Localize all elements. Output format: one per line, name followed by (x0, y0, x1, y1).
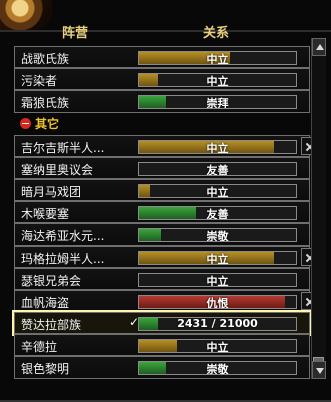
faction-row[interactable]: 血帆海盗 仇恨 (14, 289, 319, 313)
relation-label: 崇敬 (206, 363, 229, 376)
relation-label: 中立 (206, 75, 229, 88)
reputation-bar: 中立 (138, 339, 297, 354)
relation-label: 中立 (206, 141, 229, 154)
faction-row[interactable]: 银色黎明 崇敬 (14, 356, 310, 379)
faction-name: 暗月马戏团 (21, 184, 82, 199)
reputation-bar: 崇拜 (138, 95, 297, 110)
relation-label: 友善 (206, 163, 229, 176)
collapse-minus-icon[interactable] (20, 117, 31, 129)
scroll-down-icon[interactable] (312, 361, 326, 379)
faction-row[interactable]: 瑟银兄弟会 中立 (14, 267, 310, 290)
faction-name: 战歌氏族 (21, 52, 70, 66)
faction-name: 吉尔吉斯半人... (21, 140, 105, 155)
faction-row[interactable]: 霜狼氏族 崇拜 (14, 90, 310, 113)
reputation-bar: 中立 (138, 272, 297, 287)
faction-row-selected[interactable]: 赞达拉部族 ✓ 2431 / 21000 (12, 310, 312, 337)
faction-row[interactable]: 辛德拉 中立 (14, 334, 310, 357)
reputation-bar: 中立 (138, 51, 297, 65)
faction-row[interactable]: 战歌氏族 中立 (14, 46, 310, 69)
reputation-bar: 友善 (138, 161, 297, 176)
reputation-bar: 中立 (138, 250, 297, 265)
faction-name: 木喉要塞 (21, 207, 70, 222)
reputation-bar: 2431 / 21000 (138, 317, 297, 332)
faction-row[interactable]: 暗月马戏团 中立 (14, 178, 310, 202)
faction-row[interactable]: 玛格拉姆半人... 中立 (14, 245, 319, 268)
relation-label: 崇拜 (206, 97, 229, 110)
vertical-scrollbar[interactable] (311, 38, 326, 379)
relation-label: 友善 (206, 208, 229, 221)
faction-column-header: 阵营 (62, 26, 89, 41)
reputation-bar: 友善 (138, 206, 297, 221)
relation-label: 中立 (206, 185, 229, 198)
reputation-window: 阵营 关系 战歌氏族 中立 污染者 中立 霜狼氏族 崇拜 其它 吉尔吉斯半人..… (0, 0, 331, 402)
faction-name: 玛格拉姆半人... (21, 251, 105, 266)
faction-name: 塞纳里奥议会 (21, 162, 94, 177)
relation-column-header: 关系 (203, 26, 230, 41)
faction-name: 污染者 (21, 74, 58, 89)
faction-name: 血帆海盗 (21, 295, 70, 310)
reputation-bar: 中立 (138, 183, 297, 198)
faction-row[interactable]: 塞纳里奥议会 友善 (14, 156, 310, 179)
reputation-bar: 中立 (138, 139, 297, 154)
relation-label: 中立 (206, 252, 229, 265)
faction-row[interactable]: 木喉要塞 友善 (14, 201, 310, 224)
faction-row[interactable]: 吉尔吉斯半人... 中立 (14, 134, 319, 157)
faction-name: 瑟银兄弟会 (21, 273, 82, 288)
faction-name: 霜狼氏族 (21, 96, 70, 111)
relation-label: 中立 (206, 341, 229, 354)
relation-label: 仇恨 (206, 296, 229, 309)
column-header: 阵营 关系 (0, 14, 331, 41)
scroll-up-icon[interactable] (312, 38, 326, 56)
reputation-bar: 崇敬 (138, 361, 297, 376)
relation-label: 崇敬 (206, 230, 229, 243)
faction-name: 海达希亚水元... (21, 229, 105, 244)
reputation-bar: 崇敬 (138, 228, 297, 243)
relation-label: 中立 (206, 274, 229, 287)
faction-name: 银色黎明 (21, 362, 70, 377)
reputation-list: 战歌氏族 中立 污染者 中立 霜狼氏族 崇拜 其它 吉尔吉斯半人... 中立 塞… (12, 46, 319, 379)
reputation-bar: 仇恨 (138, 294, 297, 309)
section-label: 其它 (35, 116, 60, 131)
collapse-section-other[interactable]: 其它 (14, 113, 310, 135)
reputation-bar: 中立 (138, 73, 297, 88)
faction-name: 辛德拉 (21, 340, 58, 355)
faction-name: 赞达拉部族 (21, 318, 82, 333)
faction-row[interactable]: 海达希亚水元... 崇敬 (14, 223, 310, 246)
relation-label: 中立 (206, 53, 229, 65)
reputation-value-label: 2431 / 21000 (177, 317, 258, 331)
faction-row[interactable]: 污染者 中立 (14, 68, 310, 91)
